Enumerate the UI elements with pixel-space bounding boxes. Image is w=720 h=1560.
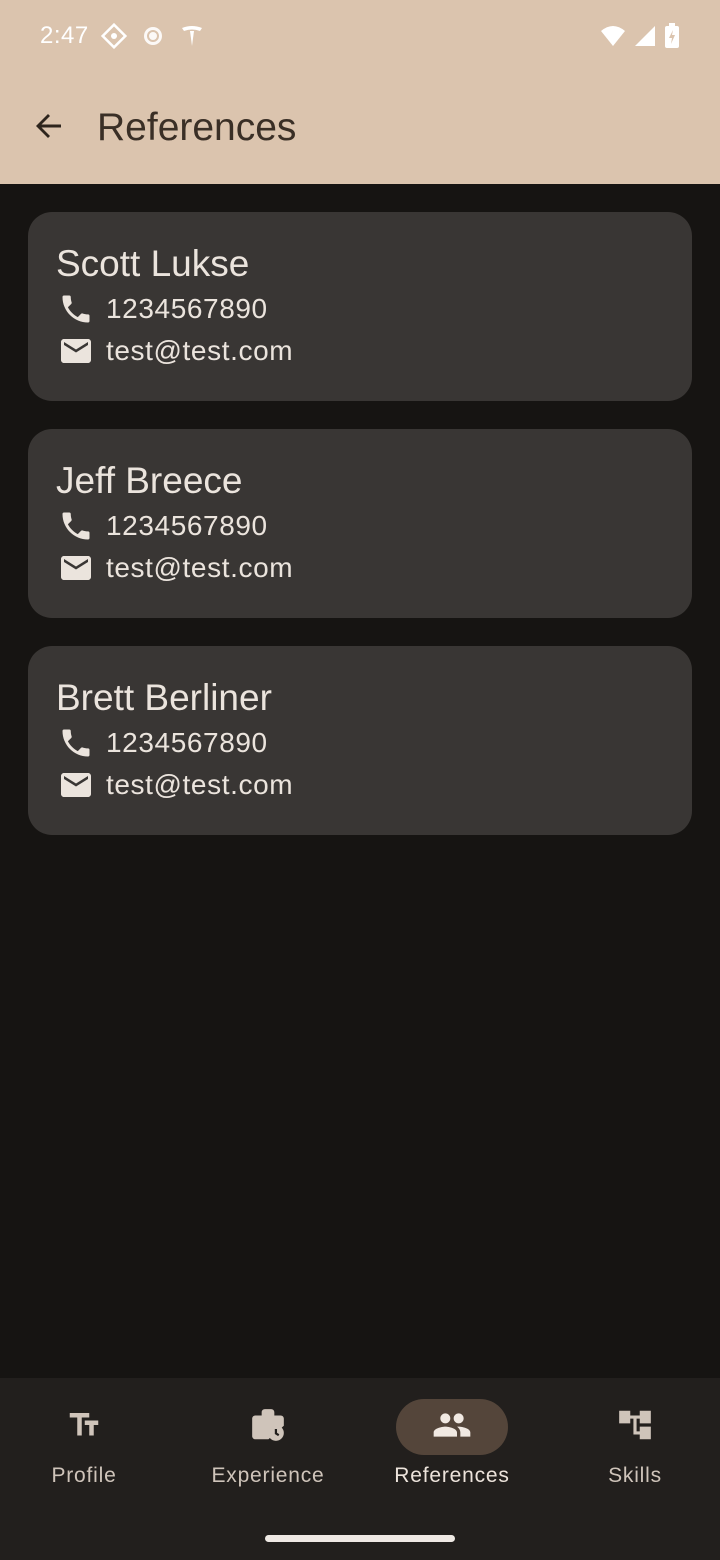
tesla-logo-icon: [179, 23, 205, 49]
reference-card[interactable]: Scott Lukse 1234567890 test@test.com: [28, 212, 692, 401]
back-button[interactable]: [21, 100, 77, 156]
phone-icon: [56, 506, 96, 546]
nav-label: Skills: [608, 1464, 662, 1487]
phone-icon: [56, 289, 96, 329]
nav-pill: [28, 1399, 140, 1455]
nav-pill: [212, 1399, 324, 1455]
compass-diamond-icon: [100, 23, 127, 49]
page-title: References: [97, 106, 297, 149]
nav-label: References: [394, 1464, 510, 1487]
nav-pill: [579, 1399, 691, 1455]
coin-icon: [141, 24, 165, 48]
status-bar: 2:47: [0, 0, 720, 72]
bottom-navigation: Profile Experience References Skills: [0, 1378, 720, 1560]
text-fields-icon: [66, 1407, 102, 1448]
reference-name: Scott Lukse: [56, 243, 250, 284]
reference-name: Jeff Breece: [56, 460, 243, 501]
wifi-icon: [600, 25, 626, 47]
nav-pill-active: [396, 1399, 508, 1455]
mail-icon: [56, 765, 96, 805]
email-address: test@test.com: [106, 335, 294, 366]
reference-name: Brett Berliner: [56, 677, 272, 718]
nav-item-skills[interactable]: Skills: [545, 1399, 720, 1499]
email-address: test@test.com: [106, 552, 294, 583]
mail-icon: [56, 331, 96, 371]
arrow-back-icon: [33, 110, 65, 147]
mail-icon: [56, 548, 96, 588]
email-row: test@test.com: [56, 764, 664, 806]
phone-row: 1234567890: [56, 288, 664, 330]
reference-card[interactable]: Jeff Breece 1234567890 test@test.com: [28, 429, 692, 618]
phone-row: 1234567890: [56, 722, 664, 764]
home-indicator[interactable]: [265, 1535, 455, 1542]
app-bar: References: [0, 72, 720, 184]
nav-item-experience[interactable]: Experience: [178, 1399, 358, 1499]
account-tree-icon: [616, 1406, 654, 1449]
status-time: 2:47: [40, 22, 89, 49]
battery-charging-icon: [664, 23, 680, 49]
phone-number: 1234567890: [106, 727, 268, 758]
cell-signal-icon: [634, 25, 656, 47]
phone-number: 1234567890: [106, 293, 268, 324]
phone-row: 1234567890: [56, 505, 664, 547]
people-icon: [432, 1405, 472, 1450]
nav-label: Profile: [51, 1464, 117, 1487]
email-address: test@test.com: [106, 769, 294, 800]
work-history-icon: [249, 1406, 287, 1449]
phone-number: 1234567890: [106, 510, 268, 541]
nav-item-profile[interactable]: Profile: [0, 1399, 174, 1499]
nav-item-references[interactable]: References: [362, 1399, 542, 1499]
phone-icon: [56, 723, 96, 763]
nav-label: Experience: [211, 1464, 325, 1487]
references-list: Scott Lukse 1234567890 test@test.com Jef…: [28, 212, 692, 863]
email-row: test@test.com: [56, 547, 664, 589]
email-row: test@test.com: [56, 330, 664, 372]
reference-card[interactable]: Brett Berliner 1234567890 test@test.com: [28, 646, 692, 835]
